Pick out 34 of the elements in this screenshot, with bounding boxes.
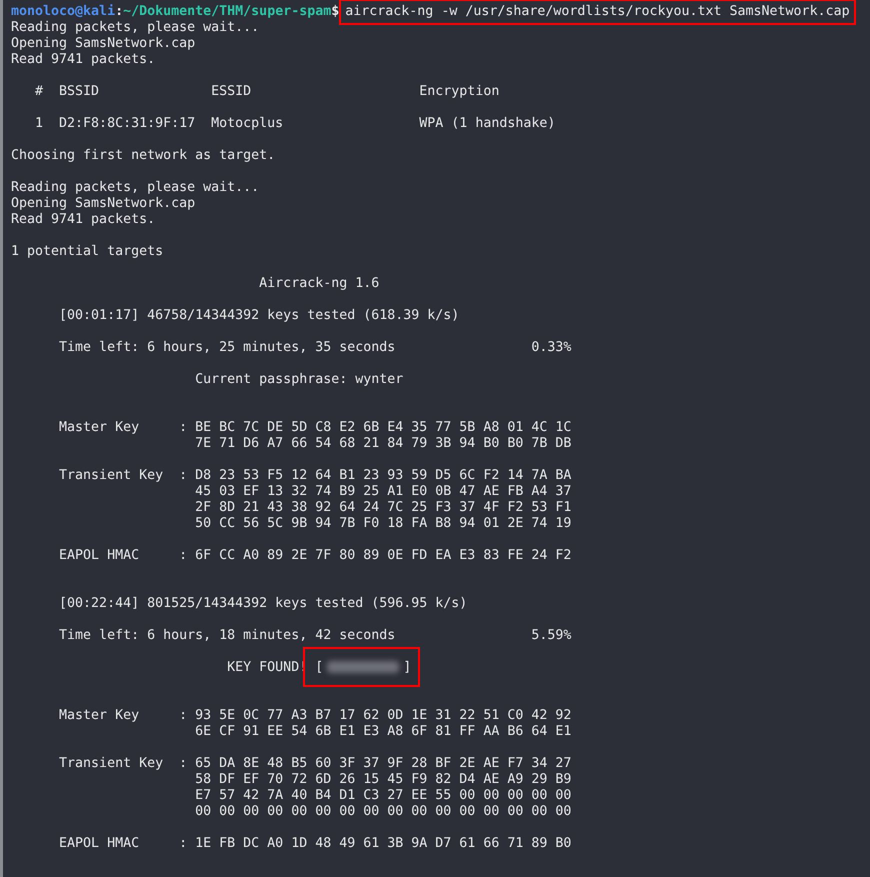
bracket-text: [	[315, 660, 324, 675]
output-line: # BSSID ESSID Encryption	[34, 84, 500, 99]
output-line: EAPOL HMAC : 6F CC A0 89 2E 7F 80 89 0E FD EA E3 83 FE 24 F2	[58, 548, 572, 563]
output-line: [00:01:17] 46758/14344392 keys tested (618.39 k/s)	[58, 308, 460, 323]
output-line: Current passphrase: wynter	[194, 372, 404, 387]
output-line: Transient Key : D8 23 53 F5 12 64 B1 23 93 59 D5 6C F2 14 7A BA	[58, 468, 572, 483]
output-line: 1 potential targets	[11, 244, 164, 259]
output-line: E7 57 42 7A 40 B4 D1 C3 27 EE 55 00 00 00 00 00	[194, 788, 572, 803]
output-line: 1 D2:F8:8C:31:9F:17 Motocplus WPA (1 handshake)	[34, 116, 556, 131]
output-line: Master Key : 93 5E 0C 77 A3 B7 17 62 0D 1E 31 22 51 C0 42 92	[58, 708, 572, 723]
output-line: 2F 8D 21 43 38 92 64 24 7C 25 F3 37 4F F2 53 F1	[194, 500, 572, 515]
output-line: Opening SamsNetwork.cap	[11, 36, 196, 51]
output-line: Time left: 6 hours, 18 minutes, 42 seconds 5.59%	[58, 628, 572, 643]
output-line: Reading packets, please wait...	[11, 180, 260, 195]
output-line: 58 DF EF 70 72 6D 26 15 45 F9 82 D4 AE A9 29 B9	[194, 772, 572, 787]
output-line: Opening SamsNetwork.cap	[11, 196, 196, 211]
bracket-text: ]	[403, 660, 412, 675]
output-line: Aircrack-ng 1.6	[258, 276, 380, 291]
output-line: EAPOL HMAC : 1E FB DC A0 1D 48 49 61 3B 9A D7 61 66 71 89 B0	[58, 836, 572, 851]
output-line: Choosing first network as target.	[11, 148, 276, 163]
output-line: [00:22:44] 801525/14344392 keys tested (596.95 k/s)	[58, 596, 468, 611]
output-line: 00 00 00 00 00 00 00 00 00 00 00 00 00 00 00 00	[194, 804, 572, 819]
output-line: 50 CC 56 5C 9B 94 7B F0 18 FA B8 94 01 2E 74 19	[194, 516, 572, 531]
command-text: aircrack-ng -w /usr/share/wordlists/rockyou.txt SamsNetwork.cap	[339, 0, 856, 25]
output-line: 7E 71 D6 A7 66 54 68 21 84 79 3B 94 B0 B0 7B DB	[194, 436, 572, 451]
output-line: Time left: 6 hours, 25 minutes, 35 seconds 0.33%	[58, 340, 572, 355]
output-line: Reading packets, please wait...	[11, 20, 260, 35]
output-line: Read 9741 packets.	[11, 212, 156, 227]
shell-prompt: monoloco@kali:~/Dokumente/THM/super-spam$	[11, 4, 340, 19]
output-line: Transient Key : 65 DA 8E 48 B5 60 3F 37 9F 28 BF 2E AE F7 34 27	[58, 756, 572, 771]
output-line: Master Key : BE BC 7C DE 5D C8 E2 6B E4 35 77 5B A8 01 4C 1C	[58, 420, 572, 435]
output-line: 45 03 EF 13 32 74 B9 25 A1 E0 0B 47 AE FB A4 37	[194, 484, 572, 499]
output-line: Read 9741 packets.	[11, 52, 156, 67]
output-line: 6E CF 91 EE 54 6B E1 E3 A8 6F 81 FF AA B6 64 E1	[194, 724, 572, 739]
